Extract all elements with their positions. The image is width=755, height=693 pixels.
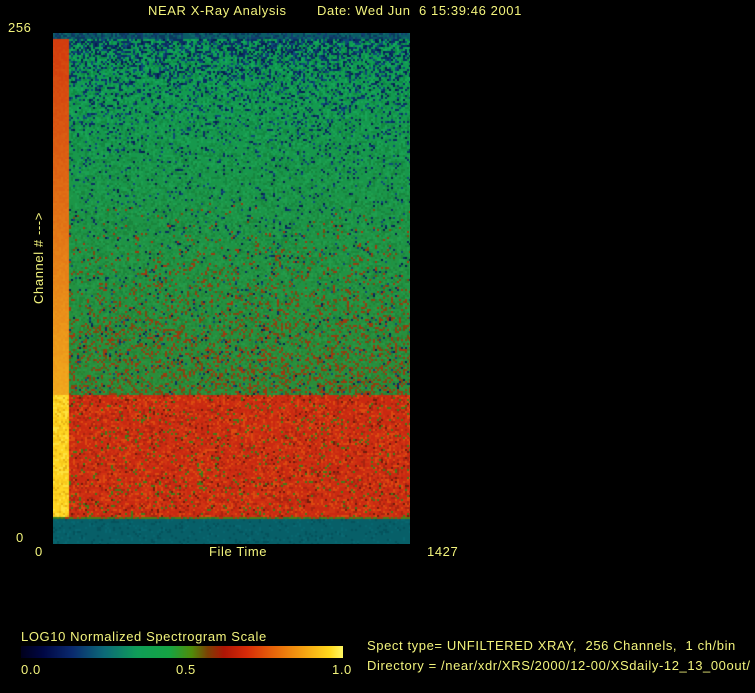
spect-type-info: Spect type= UNFILTERED XRAY, 256 Channel… [367,639,736,653]
page-title: NEAR X-Ray Analysis [148,4,287,18]
x-axis-title: File Time [209,545,267,559]
y-axis-title: Channel # ---> [32,183,46,333]
colorbar-title: LOG10 Normalized Spectrogram Scale [21,630,267,644]
date-label: Date: Wed Jun 6 15:39:46 2001 [317,4,522,18]
colorbar-tick-mid: 0.5 [176,663,196,677]
colorbar-tick-high: 1.0 [332,663,352,677]
spectrogram-plot [53,33,410,544]
x-axis-min-tick: 0 [35,545,43,559]
y-axis-max-tick: 256 [8,21,32,35]
x-axis-max-tick: 1427 [427,545,458,559]
directory-info: Directory = /near/xdr/XRS/2000/12-00/XSd… [367,659,751,673]
app-window: NEAR X-Ray Analysis Date: Wed Jun 6 15:3… [0,0,755,693]
colorbar-tick-low: 0.0 [21,663,41,677]
colorbar-gradient [21,646,343,658]
y-axis-min-tick: 0 [16,531,24,545]
